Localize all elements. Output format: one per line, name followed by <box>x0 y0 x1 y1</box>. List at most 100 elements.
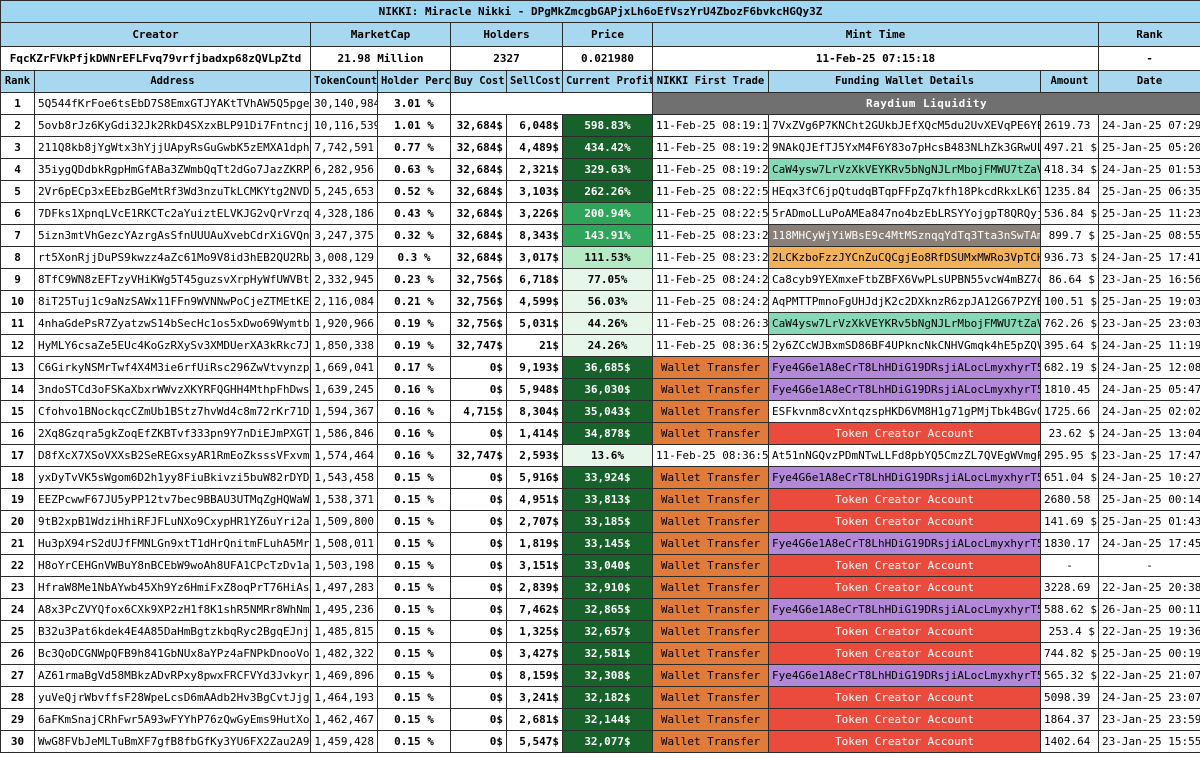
sell-cost: 3,427$ <box>506 642 563 665</box>
current-profit: 598.83% <box>562 114 653 137</box>
funding-wallet-address[interactable]: ESFkvnm8cvXntqzspHKD6VM8H1g71gPMjTbk4BGv… <box>768 400 1041 423</box>
summary-header-marketcap: MarketCap <box>310 22 451 47</box>
funding-date: 23-Jan-25 16:56 <box>1097 268 1200 291</box>
funding-wallet-address[interactable]: HEqx3fC6jpQtudqBTqpFFpZq7kfh18PkcdRkxLK6… <box>768 180 1041 203</box>
holder-address[interactable]: 211Q8kb8jYgWtx3hYjjUApyRsGuGwbK5zEMXA1dp… <box>34 136 311 159</box>
col-token-count: TokenCount <box>310 70 378 93</box>
table-row: 2 5ovb8rJz6KyGdi32Jk2RkD4SXzxBLP91Di7Fntn… <box>0 114 1200 137</box>
funding-wallet-address[interactable]: Fye4G6e1A8eCrT8LhHDiG19DRsjiALocLmyxhyrT… <box>768 378 1041 401</box>
holder-address[interactable]: B32u3Pat6kdek4E4A85DaHmBgtzkbqRyc2BgqEJn… <box>34 620 311 643</box>
holder-address[interactable]: HyMLY6csaZe5EUc4KoGzRXySv3XMDUerXA3kRkc7… <box>34 334 311 357</box>
funding-amount: 899.7 $ <box>1040 224 1099 247</box>
holder-address[interactable]: 8iT25Tuj1c9aNzSAWx11FFn9WVNNwPoCjeZTMEtK… <box>34 290 311 313</box>
holder-address[interactable]: 6aFKmSnajCRhFwr5A93wFYYhP76zQwGyEms9HutX… <box>34 708 311 731</box>
holder-address[interactable]: 5Q544fKrFoe6tsEbD7S8EmxGTJYAKtTVhAW5Q5pg… <box>34 92 311 115</box>
holder-address[interactable]: 5ovb8rJz6KyGdi32Jk2RkD4SXzxBLP91Di7Fntnc… <box>34 114 311 137</box>
holder-address[interactable]: 35iygQDdbkRgpHmGfABa3ZWmbQqTt2dGo7JazZKR… <box>34 158 311 181</box>
holder-address[interactable]: A8x3PcZVYQfox6CXk9XP2zH1f8K1shR5NMRr8WhN… <box>34 598 311 621</box>
holder-address[interactable]: yxDyTvVK5sWgom6D2h1yy8FiuBkivzi5buW82rDY… <box>34 466 311 489</box>
table-row: 28 yuVeQjrWbvffsF28WpeLcsD6mAAdb2Hv3BgCvt… <box>0 686 1200 709</box>
first-trade-time: 11-Feb-25 08:26:34 <box>652 312 769 335</box>
holder-address[interactable]: WwG8FVbJeMLTuBmXF7gfB8fbGfKy3YU6FX2Zau2A… <box>34 730 311 753</box>
funding-wallet-address[interactable]: 9NAkQJEfTJ5YxM4F6Y83o7pHcsB483NLhZk3GRwU… <box>768 136 1041 159</box>
holder-address[interactable]: HfraW8Me1NbAYwb45Xh9Yz6HmiFxZ8oqPrT76HiA… <box>34 576 311 599</box>
funding-date: 25-Jan-25 11:23 <box>1097 202 1200 225</box>
holder-address[interactable]: 3ndoSTCd3oFSKaXbxrWWvzXKYRFQGHH4MthpFhDw… <box>34 378 311 401</box>
holder-percent: 0.15 % <box>377 642 451 665</box>
sell-cost: 7,462$ <box>506 598 563 621</box>
row-rank: 16 <box>0 422 35 445</box>
table-row: 24 A8x3PcZVYQfox6CXk9XP2zH1f8K1shR5NMRr8W… <box>0 598 1200 621</box>
holder-address[interactable]: 8TfC9WN8zEFTzyVHiKWg5T45guzsvXrpHyWfUWVB… <box>34 268 311 291</box>
holders-value: 2327 <box>450 46 563 71</box>
holder-address[interactable]: Cfohvo1BNockqcCZmUb1BStz7hvWd4c8m72rKr71… <box>34 400 311 423</box>
holder-address[interactable]: AZ61rmaBgVd58MBkzADvRPxy8pwxFRCFVYd3Jvky… <box>34 664 311 687</box>
funding-wallet-address[interactable]: Ca8cyb9YEXmxeFtbZBFX6VwPLsUPBN55vcW4mBZ7… <box>768 268 1041 291</box>
holder-percent: 0.15 % <box>377 466 451 489</box>
current-profit: 32,144$ <box>562 708 653 731</box>
holder-percent: 3.01 % <box>377 92 451 115</box>
wallet-transfer-badge: Wallet Transfer <box>652 466 769 489</box>
funding-wallet-address[interactable]: Fye4G6e1A8eCrT8LhHDiG19DRsjiALocLmyxhyrT… <box>768 598 1041 621</box>
holder-address[interactable]: EEZPcwwF67JU5yPP12tv7bec9BBAU3UTMqZgHQWa… <box>34 488 311 511</box>
funding-wallet-address[interactable]: Fye4G6e1A8eCrT8LhHDiG19DRsjiALocLmyxhyrT… <box>768 532 1041 555</box>
table-row: 3 211Q8kb8jYgWtx3hYjjUApyRsGuGwbK5zEMXA1d… <box>0 136 1200 159</box>
funding-amount: 3228.69 $ <box>1040 576 1099 599</box>
holder-address[interactable]: 5izn3mtVhGezcYAzrgAsSfnUUUAuXvebCdrXiGVQ… <box>34 224 311 247</box>
row-rank: 25 <box>0 620 35 643</box>
col-first-trade: NIKKI First Trade <box>652 70 769 93</box>
funding-wallet-address[interactable]: CaW4ysw7LrVzXkVEYKRv5bNgNJLrMbojFMWU7tZa… <box>768 312 1041 335</box>
funding-amount: 744.82 $ <box>1040 642 1099 665</box>
sell-cost: 3,241$ <box>506 686 563 709</box>
sell-cost: 5,948$ <box>506 378 563 401</box>
buy-cost: 0$ <box>450 422 507 445</box>
funding-date: 25-Jan-25 01:43 <box>1097 510 1200 533</box>
holder-address[interactable]: H8oYrCEHGnVWBuY8nBCEbW9woAh8UFA1CPcTzDv1… <box>34 554 311 577</box>
current-profit: 36,685$ <box>562 356 653 379</box>
holder-address[interactable]: C6GirkyNSMrTwf4X4M3ie6rfUiRsc296ZwVtvynz… <box>34 356 311 379</box>
funding-wallet-address[interactable]: At51nNGQvzPDmNTwLLFd8pbYQ5CmzZL7QVEgWVmg… <box>768 444 1041 467</box>
holder-address[interactable]: D8fXcX7XSoVXXsB2SeREGxsyAR1RmEoZksssVFxv… <box>34 444 311 467</box>
holder-address[interactable]: 2Vr6pECp3xEEbzBGeMtRf3Wd3nzuTkLCMKYtg2NV… <box>34 180 311 203</box>
creator-address[interactable]: FqcKZrFVkPfjkDWNrEFLFvq79vrfjbadxp68zQVL… <box>0 46 311 71</box>
funding-wallet-address[interactable]: 118MHCyWjYiWBsE9c4MtMSznqqYdTq3Tta3nSwTA… <box>768 224 1041 247</box>
funding-wallet-address[interactable]: Fye4G6e1A8eCrT8LhHDiG19DRsjiALocLmyxhyrT… <box>768 356 1041 379</box>
holder-address[interactable]: yuVeQjrWbvffsF28WpeLcsD6mAAdb2Hv3BgCvtJj… <box>34 686 311 709</box>
holder-address[interactable]: Bc3QoDCGNWpQFB9h841GbNUx8aYPz4aFNPkDnooV… <box>34 642 311 665</box>
funding-wallet-address[interactable]: Fye4G6e1A8eCrT8LhHDiG19DRsjiALocLmyxhyrT… <box>768 466 1041 489</box>
token-count: 1,462,467 <box>310 708 378 731</box>
sell-cost: 8,304$ <box>506 400 563 423</box>
table-row: 9 8TfC9WN8zEFTzyVHiKWg5T45guzsvXrpHyWfUWV… <box>0 268 1200 291</box>
funding-wallet-address[interactable]: 2y6ZCcWJBxmSD86BF4UPkncNkCNHVGmqk4hE5pZQ… <box>768 334 1041 357</box>
holder-address[interactable]: Hu3pX94rS2dUJfFMNLGn9xtT1dHrQnitmFLuhA5M… <box>34 532 311 555</box>
row-rank: 27 <box>0 664 35 687</box>
col-address: Address <box>34 70 311 93</box>
holder-address[interactable]: 2Xq8Gzqra5gkZoqEfZKBTvf333pn9Y7nDiEJmPXG… <box>34 422 311 445</box>
funding-amount: 497.21 $ <box>1040 136 1099 159</box>
holder-address[interactable]: 4nhaGdePsR7ZyatzwS14bSecHc1os5xDwo69Wymt… <box>34 312 311 335</box>
funding-amount: 23.62 $ <box>1040 422 1099 445</box>
funding-wallet-address[interactable]: 5rADmoLLuPoAMEa847no4bzEbLRSYYojgpT8QRQy… <box>768 202 1041 225</box>
buy-cost: 0$ <box>450 730 507 753</box>
funding-date: 22-Jan-25 21:07 <box>1097 664 1200 687</box>
holder-percent: 0.63 % <box>377 158 451 181</box>
funding-wallet-address[interactable]: CaW4ysw7LrVzXkVEYKRv5bNgNJLrMbojFMWU7tZa… <box>768 158 1041 181</box>
marketcap-value: 21.98 Million <box>310 46 451 71</box>
funding-date: 22-Jan-25 19:36 <box>1097 620 1200 643</box>
holder-address[interactable]: 7DFks1XpnqLVcE1RKCTc2aYuiztELVKJG2vQrVrz… <box>34 202 311 225</box>
row-rank: 3 <box>0 136 35 159</box>
holder-address[interactable]: rt5XonRjjDuPS9kwzz4aZc61Mo9V8id3hEB2QU2R… <box>34 246 311 269</box>
funding-date: 25-Jan-25 08:55 <box>1097 224 1200 247</box>
table-row: 4 35iygQDdbkRgpHmGfABa3ZWmbQqTt2dGo7JazZK… <box>0 158 1200 181</box>
funding-amount: 5098.39 $ <box>1040 686 1099 709</box>
sell-cost: 2,681$ <box>506 708 563 731</box>
funding-wallet-address[interactable]: 2LCKzboFzzJYCnZuCQCgjEo8RfDSUMxMWRo3VpTC… <box>768 246 1041 269</box>
row-rank: 20 <box>0 510 35 533</box>
funding-wallet-address[interactable]: AqPMTTPmnoFgUHJdjK2c2DXknzR6zpJA12G67PZY… <box>768 290 1041 313</box>
funding-amount: 418.34 $ <box>1040 158 1099 181</box>
holder-address[interactable]: 9tB2xpB1WdziHhiRFJFLuNXo9CxypHR1YZ6uYri2… <box>34 510 311 533</box>
row-rank: 13 <box>0 356 35 379</box>
funding-wallet-address[interactable]: Fye4G6e1A8eCrT8LhHDiG19DRsjiALocLmyxhyrT… <box>768 664 1041 687</box>
funding-wallet-address[interactable]: 7VxZVg6P7KNCht2GUkbJEfXQcM5du2UvXEVqPE6Y… <box>768 114 1041 137</box>
token-count: 4,328,186 <box>310 202 378 225</box>
